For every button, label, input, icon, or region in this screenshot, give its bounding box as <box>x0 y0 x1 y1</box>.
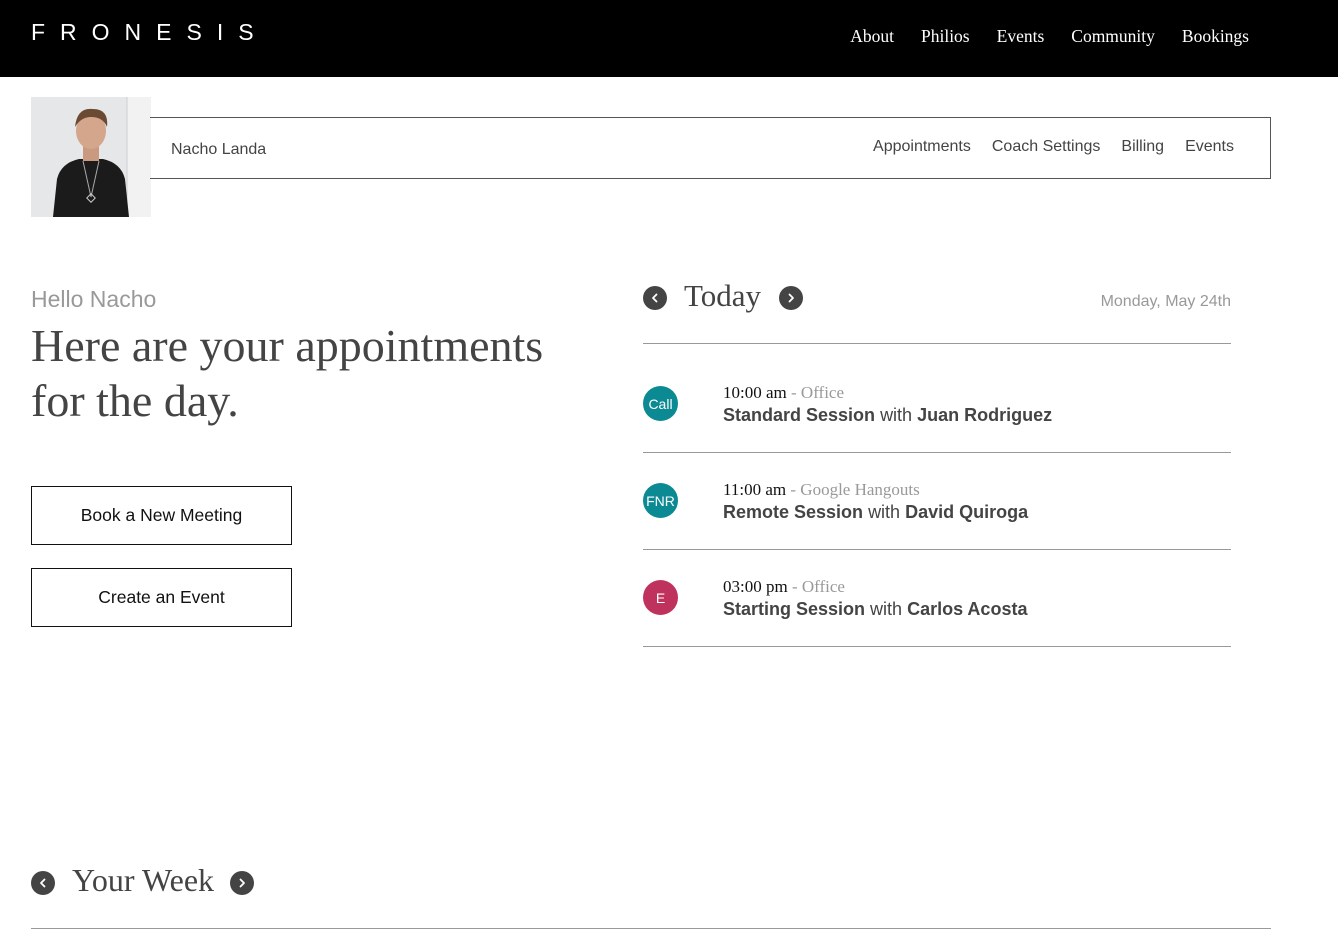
appointment-time-location: 03:00 pm - Office <box>723 577 845 596</box>
profile-name: Nacho Landa <box>171 141 267 158</box>
appointment-badge: E <box>643 580 678 615</box>
divider <box>643 646 1231 647</box>
appointment-connector: with <box>880 405 913 425</box>
appointment-location: Office <box>800 383 845 402</box>
greeting-hello: Hello Nacho <box>31 286 157 312</box>
appointment-time: 03:00 pm <box>723 577 788 596</box>
appointment-badge: Call <box>643 386 678 421</box>
book-new-meeting-button[interactable]: Book a New Meeting <box>31 486 292 545</box>
appointment-item[interactable]: FNR 11:00 am - Google Hangouts Remote Se… <box>643 453 1231 549</box>
avatar[interactable] <box>31 97 151 217</box>
appointment-session: Standard Session <box>723 405 876 425</box>
nav-link-community[interactable]: Community <box>1071 26 1155 47</box>
appointment-title: Standard Session with Juan Rodriguez <box>723 405 1052 426</box>
appointment-connector: with <box>870 599 903 619</box>
appointment-time: 10:00 am <box>723 383 787 402</box>
week-divider <box>31 928 1271 929</box>
appointment-time-location: 11:00 am - Google Hangouts <box>723 480 920 499</box>
nav-link-events[interactable]: Events <box>997 26 1045 47</box>
chevron-left-icon <box>40 878 46 888</box>
appointment-time-location: 10:00 am - Office <box>723 383 845 402</box>
appointment-time: 11:00 am <box>723 480 787 499</box>
appointment-client: Carlos Acosta <box>907 599 1028 619</box>
create-event-button[interactable]: Create an Event <box>31 568 292 627</box>
appointment-item[interactable]: Call 10:00 am - Office Standard Session … <box>643 344 1231 440</box>
today-next-button[interactable] <box>779 286 803 310</box>
nav-link-philios[interactable]: Philios <box>921 26 970 47</box>
profile-bar: Nacho Landa Appointments Coach Settings … <box>150 117 1271 179</box>
top-nav: About Philios Events Community Bookings <box>823 26 1249 47</box>
subnav-events[interactable]: Events <box>1185 138 1234 156</box>
chevron-left-icon <box>652 293 658 303</box>
brand-logo[interactable]: FRONESIS <box>31 19 269 46</box>
subnav-billing[interactable]: Billing <box>1121 138 1164 156</box>
week-title: Your Week <box>72 862 215 898</box>
appointment-location: Google Hangouts <box>800 480 920 499</box>
appointment-title: Starting Session with Carlos Acosta <box>723 599 1027 620</box>
appointment-session: Starting Session <box>723 599 866 619</box>
week-prev-button[interactable] <box>31 871 55 895</box>
chevron-right-icon <box>239 878 245 888</box>
appointment-title: Remote Session with David Quiroga <box>723 502 1028 523</box>
appointment-client: Juan Rodriguez <box>917 405 1053 425</box>
today-title: Today <box>684 278 762 313</box>
greeting-headline: Here are your appointments for the day. <box>31 320 544 426</box>
today-prev-button[interactable] <box>643 286 667 310</box>
subnav-coach-settings[interactable]: Coach Settings <box>992 138 1101 156</box>
top-navigation-bar: FRONESIS About Philios Events Community … <box>0 0 1338 77</box>
appointment-connector: with <box>868 502 901 522</box>
profile-sub-nav: Appointments Coach Settings Billing Even… <box>852 138 1234 156</box>
today-date: Monday, May 24th <box>1100 293 1231 310</box>
appointment-session: Remote Session <box>723 502 864 522</box>
avatar-photo <box>31 97 151 217</box>
chevron-right-icon <box>788 293 794 303</box>
nav-link-bookings[interactable]: Bookings <box>1182 26 1249 47</box>
week-next-button[interactable] <box>230 871 254 895</box>
appointment-location: Office <box>801 577 845 596</box>
appointment-item[interactable]: E 03:00 pm - Office Starting Session wit… <box>643 550 1231 646</box>
nav-link-about[interactable]: About <box>850 26 894 47</box>
appointment-client: David Quiroga <box>905 502 1029 522</box>
appointment-badge: FNR <box>643 483 678 518</box>
subnav-appointments[interactable]: Appointments <box>873 138 971 156</box>
